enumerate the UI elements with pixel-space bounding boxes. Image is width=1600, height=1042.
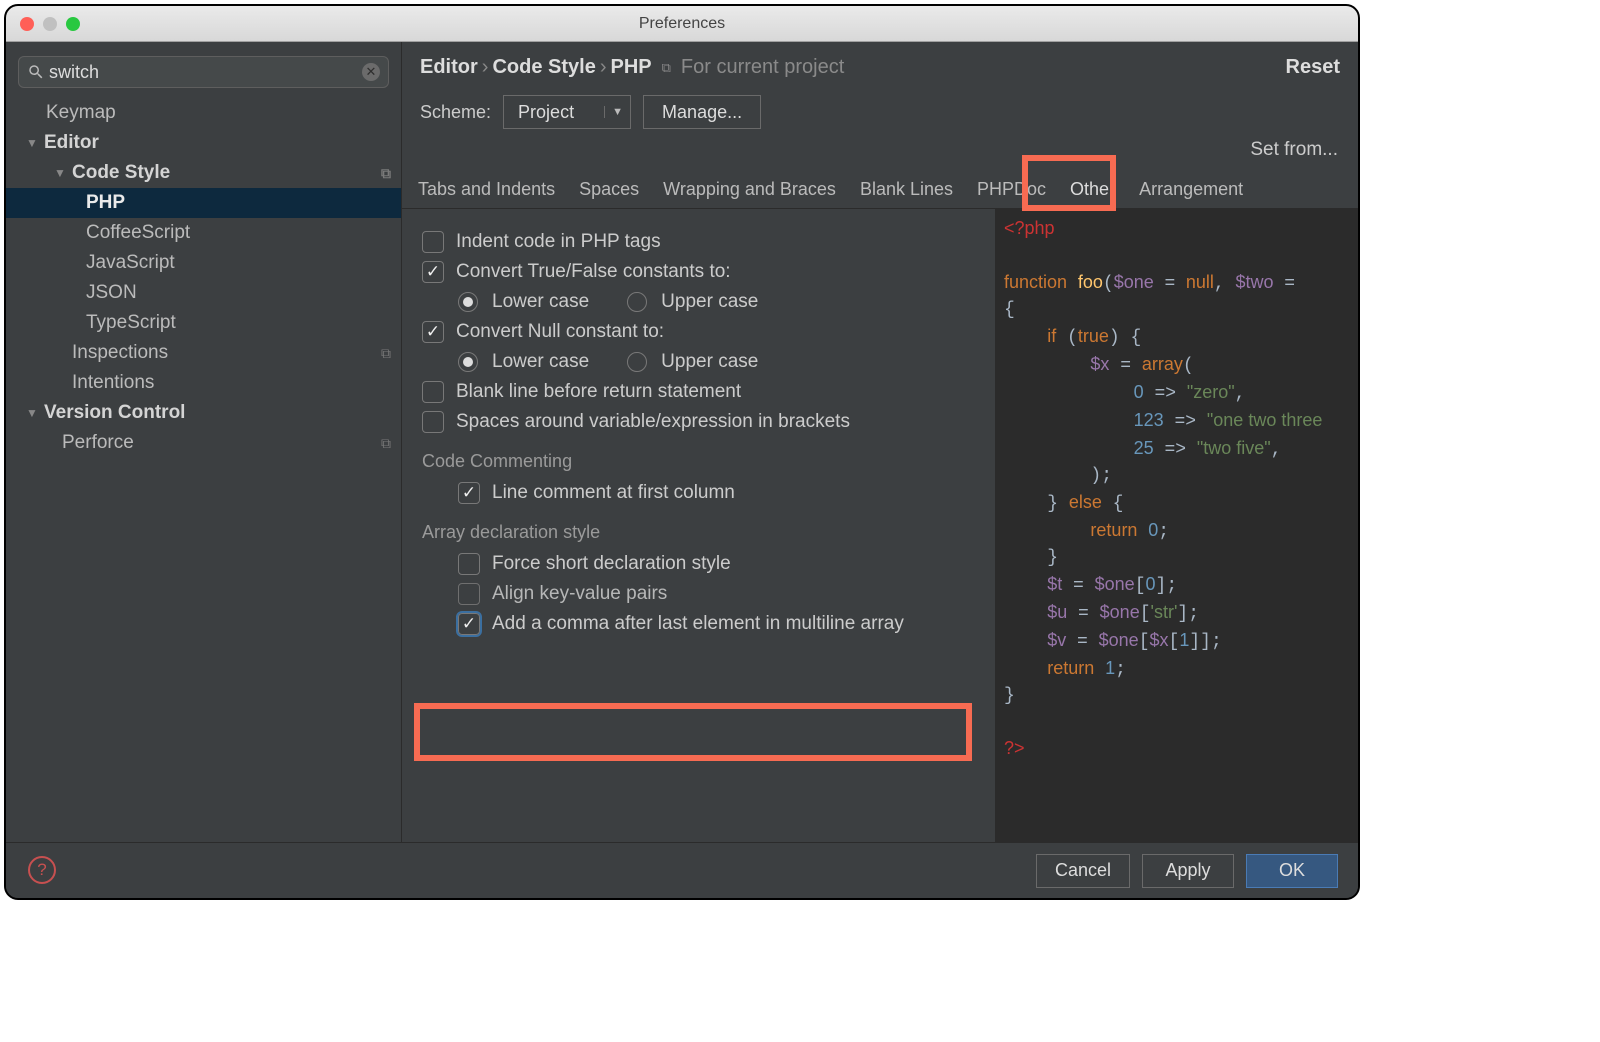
highlight-add-comma bbox=[414, 703, 972, 761]
breadcrumb: Editor›Code Style›PHP ⧉ For current proj… bbox=[402, 42, 1358, 87]
tree-version-control[interactable]: ▼ Version Control bbox=[6, 398, 401, 428]
tree-label: Intentions bbox=[72, 372, 154, 394]
checkbox-spaces-brackets[interactable] bbox=[422, 411, 444, 433]
checkbox-line-comment[interactable] bbox=[458, 482, 480, 504]
tabs: Tabs and Indents Spaces Wrapping and Bra… bbox=[402, 171, 1358, 209]
manage-button[interactable]: Manage... bbox=[643, 95, 761, 129]
opt-label: Force short declaration style bbox=[492, 553, 731, 575]
preferences-window: Preferences ✕ Keymap ▼ Editor ▼ Code Style… bbox=[4, 4, 1360, 900]
radio-null-upper[interactable] bbox=[627, 352, 647, 372]
tab-tabs-indents[interactable]: Tabs and Indents bbox=[406, 171, 567, 208]
checkbox-blank-return[interactable] bbox=[422, 381, 444, 403]
checkbox-add-comma[interactable] bbox=[458, 613, 480, 635]
copy-icon: ⧉ bbox=[381, 435, 391, 452]
opt-label: Blank line before return statement bbox=[456, 381, 741, 403]
tree-typescript[interactable]: TypeScript bbox=[6, 308, 401, 338]
radio-null-lower[interactable] bbox=[458, 352, 478, 372]
tab-spaces[interactable]: Spaces bbox=[567, 171, 651, 208]
opt-label: Indent code in PHP tags bbox=[456, 231, 661, 253]
highlight-tab-other bbox=[1022, 155, 1116, 211]
tree-label: CoffeeScript bbox=[86, 222, 190, 244]
sidebar: ✕ Keymap ▼ Editor ▼ Code Style ⧉ PHP Coffee… bbox=[6, 42, 402, 842]
tree-label: Editor bbox=[44, 132, 99, 154]
section-code-commenting: Code Commenting bbox=[416, 437, 991, 478]
tree-label: JSON bbox=[86, 282, 137, 304]
radio-tf-lower[interactable] bbox=[458, 292, 478, 312]
checkbox-align-kv[interactable] bbox=[458, 583, 480, 605]
crumb-php: PHP bbox=[610, 56, 651, 78]
chevron-down-icon: ▼ bbox=[26, 136, 40, 150]
project-scope-icon: ⧉ bbox=[662, 60, 671, 76]
opt-label: Upper case bbox=[661, 351, 758, 373]
settings-tree: Keymap ▼ Editor ▼ Code Style ⧉ PHP CoffeeSc… bbox=[6, 98, 401, 842]
cancel-button[interactable]: Cancel bbox=[1036, 854, 1130, 888]
tree-label: Version Control bbox=[44, 402, 185, 424]
tree-label: Inspections bbox=[72, 342, 168, 364]
tree-keymap[interactable]: Keymap bbox=[6, 98, 401, 128]
tab-arrangement[interactable]: Arrangement bbox=[1127, 171, 1255, 208]
window-title: Preferences bbox=[6, 15, 1358, 33]
scheme-value: Project bbox=[504, 102, 604, 123]
crumb-codestyle: Code Style bbox=[492, 56, 595, 78]
search-input-wrap[interactable]: ✕ bbox=[18, 56, 389, 88]
checkbox-convert-null[interactable] bbox=[422, 321, 444, 343]
tree-javascript[interactable]: JavaScript bbox=[6, 248, 401, 278]
tree-label: Perforce bbox=[62, 432, 134, 454]
tree-inspections[interactable]: Inspections ⧉ bbox=[6, 338, 401, 368]
tree-editor[interactable]: ▼ Editor bbox=[6, 128, 401, 158]
copy-icon: ⧉ bbox=[381, 165, 391, 182]
ok-button[interactable]: OK bbox=[1246, 854, 1338, 888]
titlebar: Preferences bbox=[6, 6, 1358, 42]
tree-json[interactable]: JSON bbox=[6, 278, 401, 308]
set-from-link[interactable]: Set from... bbox=[402, 135, 1358, 169]
tree-coffeescript[interactable]: CoffeeScript bbox=[6, 218, 401, 248]
tab-wrapping[interactable]: Wrapping and Braces bbox=[651, 171, 848, 208]
checkbox-force-short[interactable] bbox=[458, 553, 480, 575]
tree-label: Code Style bbox=[72, 162, 170, 184]
search-input[interactable] bbox=[49, 62, 362, 83]
checkbox-indent-php[interactable] bbox=[422, 231, 444, 253]
dialog-footer: ? Cancel Apply OK bbox=[6, 842, 1358, 898]
section-array-style: Array declaration style bbox=[416, 508, 991, 549]
tree-intentions[interactable]: Intentions bbox=[6, 368, 401, 398]
chevron-right-icon: › bbox=[482, 56, 489, 78]
clear-search-icon[interactable]: ✕ bbox=[362, 63, 380, 81]
reset-button[interactable]: Reset bbox=[1286, 56, 1340, 79]
chevron-down-icon: ▼ bbox=[604, 106, 630, 118]
content-pane: Editor›Code Style›PHP ⧉ For current proj… bbox=[402, 42, 1358, 842]
opt-label: Align key-value pairs bbox=[492, 583, 667, 605]
opt-label: Spaces around variable/expression in bra… bbox=[456, 411, 850, 433]
tree-label: TypeScript bbox=[86, 312, 176, 334]
crumb-editor: Editor bbox=[420, 56, 478, 78]
tree-label: JavaScript bbox=[86, 252, 175, 274]
opt-label: Line comment at first column bbox=[492, 482, 735, 504]
tab-blank-lines[interactable]: Blank Lines bbox=[848, 171, 965, 208]
scheme-label: Scheme: bbox=[420, 102, 491, 123]
radio-tf-upper[interactable] bbox=[627, 292, 647, 312]
chevron-down-icon: ▼ bbox=[54, 166, 68, 180]
tree-label: Keymap bbox=[46, 102, 116, 124]
tree-label: PHP bbox=[86, 192, 125, 214]
copy-icon: ⧉ bbox=[381, 345, 391, 362]
chevron-right-icon: › bbox=[600, 56, 607, 78]
opt-label: Convert Null constant to: bbox=[456, 321, 664, 343]
search-icon bbox=[27, 63, 45, 81]
opt-label: Upper case bbox=[661, 291, 758, 313]
opt-label: Convert True/False constants to: bbox=[456, 261, 731, 283]
chevron-down-icon: ▼ bbox=[26, 406, 40, 420]
tree-perforce[interactable]: Perforce ⧉ bbox=[6, 428, 401, 458]
code-preview: <?php function foo($one = null, $two = {… bbox=[996, 209, 1358, 842]
scheme-select[interactable]: Project ▼ bbox=[503, 95, 631, 129]
apply-button[interactable]: Apply bbox=[1142, 854, 1234, 888]
tree-php[interactable]: PHP bbox=[6, 188, 401, 218]
opt-label: Lower case bbox=[492, 291, 589, 313]
options-panel: Indent code in PHP tags Convert True/Fal… bbox=[402, 209, 996, 842]
project-scope-label: For current project bbox=[681, 56, 844, 79]
tree-codestyle[interactable]: ▼ Code Style ⧉ bbox=[6, 158, 401, 188]
opt-label: Lower case bbox=[492, 351, 589, 373]
checkbox-convert-tf[interactable] bbox=[422, 261, 444, 283]
help-icon[interactable]: ? bbox=[28, 856, 56, 884]
opt-label: Add a comma after last element in multil… bbox=[492, 613, 904, 635]
